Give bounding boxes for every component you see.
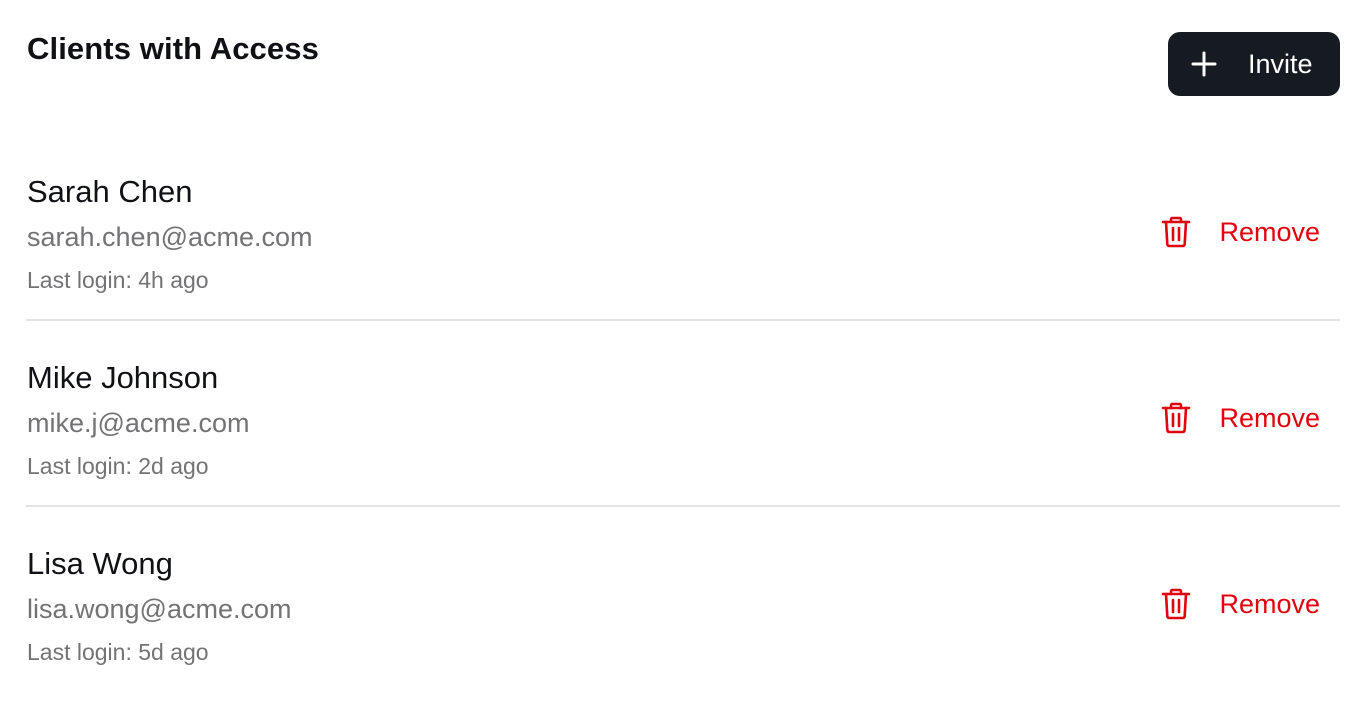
remove-label: Remove — [1219, 589, 1320, 619]
client-name: Lisa Wong — [27, 546, 173, 581]
client-row: Sarah Chen sarah.chen@acme.com Last logi… — [26, 135, 1340, 321]
remove-client-button[interactable]: Remove — [1161, 212, 1320, 252]
client-name: Sarah Chen — [27, 174, 193, 209]
trash-icon — [1162, 216, 1191, 248]
trash-icon — [1162, 402, 1191, 434]
remove-label: Remove — [1219, 217, 1320, 247]
remove-client-button[interactable]: Remove — [1161, 584, 1320, 624]
client-last-login: Last login: 2d ago — [27, 453, 209, 479]
invite-button[interactable]: Invite — [1168, 32, 1340, 96]
clients-access-panel: Clients with Access Invite Sarah Chen sa… — [0, 0, 1366, 704]
client-last-login: Last login: 4h ago — [27, 267, 209, 293]
invite-label: Invite — [1248, 49, 1313, 79]
client-list: Sarah Chen sarah.chen@acme.com Last logi… — [26, 135, 1340, 693]
client-row: Lisa Wong lisa.wong@acme.com Last login:… — [26, 507, 1340, 693]
client-name: Mike Johnson — [27, 360, 219, 395]
client-email: sarah.chen@acme.com — [27, 222, 313, 252]
remove-label: Remove — [1219, 403, 1320, 433]
plus-icon — [1191, 51, 1217, 77]
trash-icon — [1162, 588, 1191, 620]
client-email: mike.j@acme.com — [27, 408, 250, 438]
client-row: Mike Johnson mike.j@acme.com Last login:… — [26, 321, 1340, 507]
client-email: lisa.wong@acme.com — [27, 594, 292, 624]
page-title: Clients with Access — [27, 31, 319, 66]
remove-client-button[interactable]: Remove — [1161, 398, 1320, 438]
client-last-login: Last login: 5d ago — [27, 639, 209, 665]
